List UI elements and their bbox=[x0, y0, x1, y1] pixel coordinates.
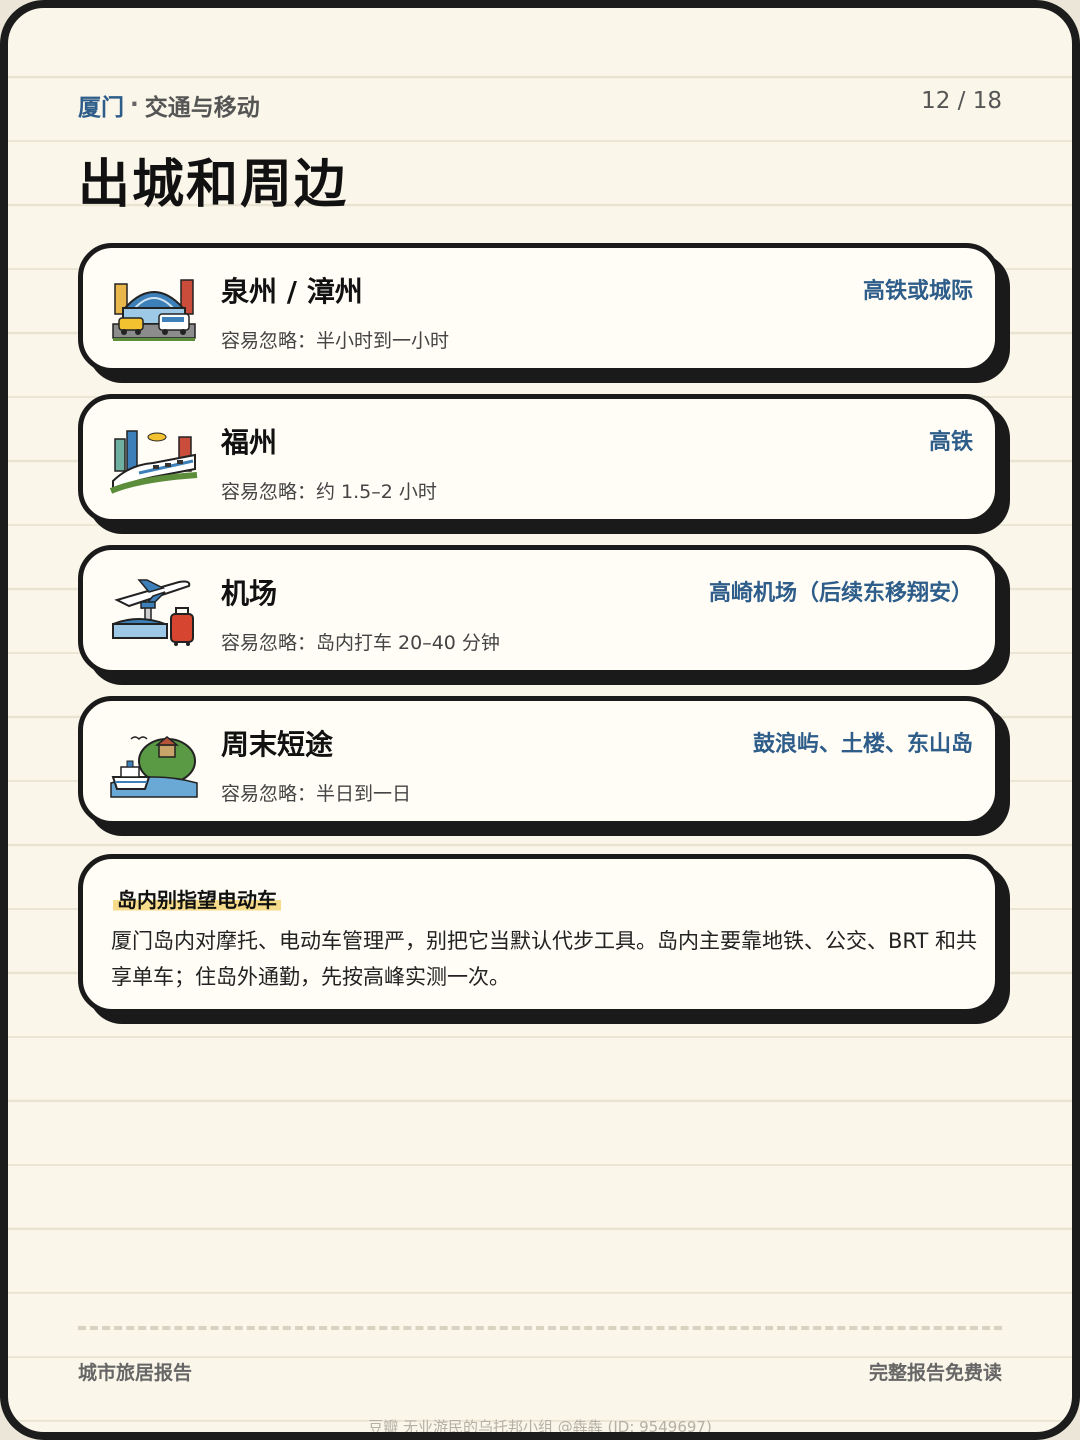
destination-transport: 高铁或城际 bbox=[862, 279, 973, 304]
destination-time: 容易忽略：半小时到一小时 bbox=[221, 330, 450, 352]
footer-read-full-link[interactable]: 完整报告免费读 bbox=[869, 1358, 1002, 1385]
destination-time: 容易忽略：半日到一日 bbox=[221, 783, 412, 805]
airport-icon bbox=[109, 576, 199, 648]
footer-report-name: 城市旅居报告 bbox=[78, 1362, 193, 1384]
destination-card-airport[interactable]: 机场 容易忽略：岛内打车 20–40 分钟 高崎机场（后续东移翔安） bbox=[78, 545, 1000, 675]
tip-body: 厦门岛内对摩托、电动车管理严，别把它当默认代步工具。岛内主要靠地铁、公交、BRT… bbox=[111, 929, 977, 989]
report-page: 厦门 · 交通与移动 12 / 18 出城和周边 泉州 / 漳州 容易忽略：半小… bbox=[0, 0, 1080, 1440]
destination-card-weekend-trips[interactable]: 周末短途 容易忽略：半日到一日 鼓浪屿、土楼、东山岛 bbox=[78, 696, 1000, 826]
destination-name: 福州 bbox=[221, 426, 278, 459]
destination-transport: 高铁 bbox=[928, 430, 973, 455]
destination-name: 周末短途 bbox=[221, 728, 334, 761]
destination-card-fuzhou[interactable]: 福州 容易忽略：约 1.5–2 小时 高铁 bbox=[78, 394, 1000, 524]
station-icon bbox=[109, 274, 199, 346]
breadcrumb-separator: · bbox=[130, 92, 139, 118]
destination-time: 容易忽略：约 1.5–2 小时 bbox=[221, 481, 437, 503]
destination-name: 机场 bbox=[221, 577, 278, 610]
breadcrumb-section: 交通与移动 bbox=[144, 95, 260, 121]
breadcrumb-city: 厦门 bbox=[78, 95, 124, 121]
destination-card-quanzhou-zhangzhou[interactable]: 泉州 / 漳州 容易忽略：半小时到一小时 高铁或城际 bbox=[78, 243, 1000, 373]
destination-transport: 鼓浪屿、土楼、东山岛 bbox=[752, 732, 973, 757]
destination-time: 容易忽略：岛内打车 20–40 分钟 bbox=[221, 632, 500, 654]
watermark: 豆瓣 无业游民的乌托邦小组 @犇犇 (ID: 9549697) bbox=[368, 1418, 712, 1436]
destination-name: 泉州 / 漳州 bbox=[221, 275, 363, 308]
tip-heading: 岛内别指望电动车 bbox=[113, 884, 281, 913]
page-title: 出城和周边 bbox=[78, 155, 349, 215]
breadcrumb: 厦门 · 交通与移动 bbox=[78, 88, 260, 122]
page-indicator: 12 / 18 bbox=[921, 88, 1002, 114]
footer-divider bbox=[78, 1326, 1002, 1330]
tip-card: 岛内别指望电动车 厦门岛内对摩托、电动车管理严，别把它当默认代步工具。岛内主要靠… bbox=[78, 854, 1000, 1014]
destination-transport: 高崎机场（后续东移翔安） bbox=[708, 581, 973, 606]
ferry-island-icon bbox=[109, 727, 199, 799]
high-speed-train-icon bbox=[109, 425, 199, 497]
